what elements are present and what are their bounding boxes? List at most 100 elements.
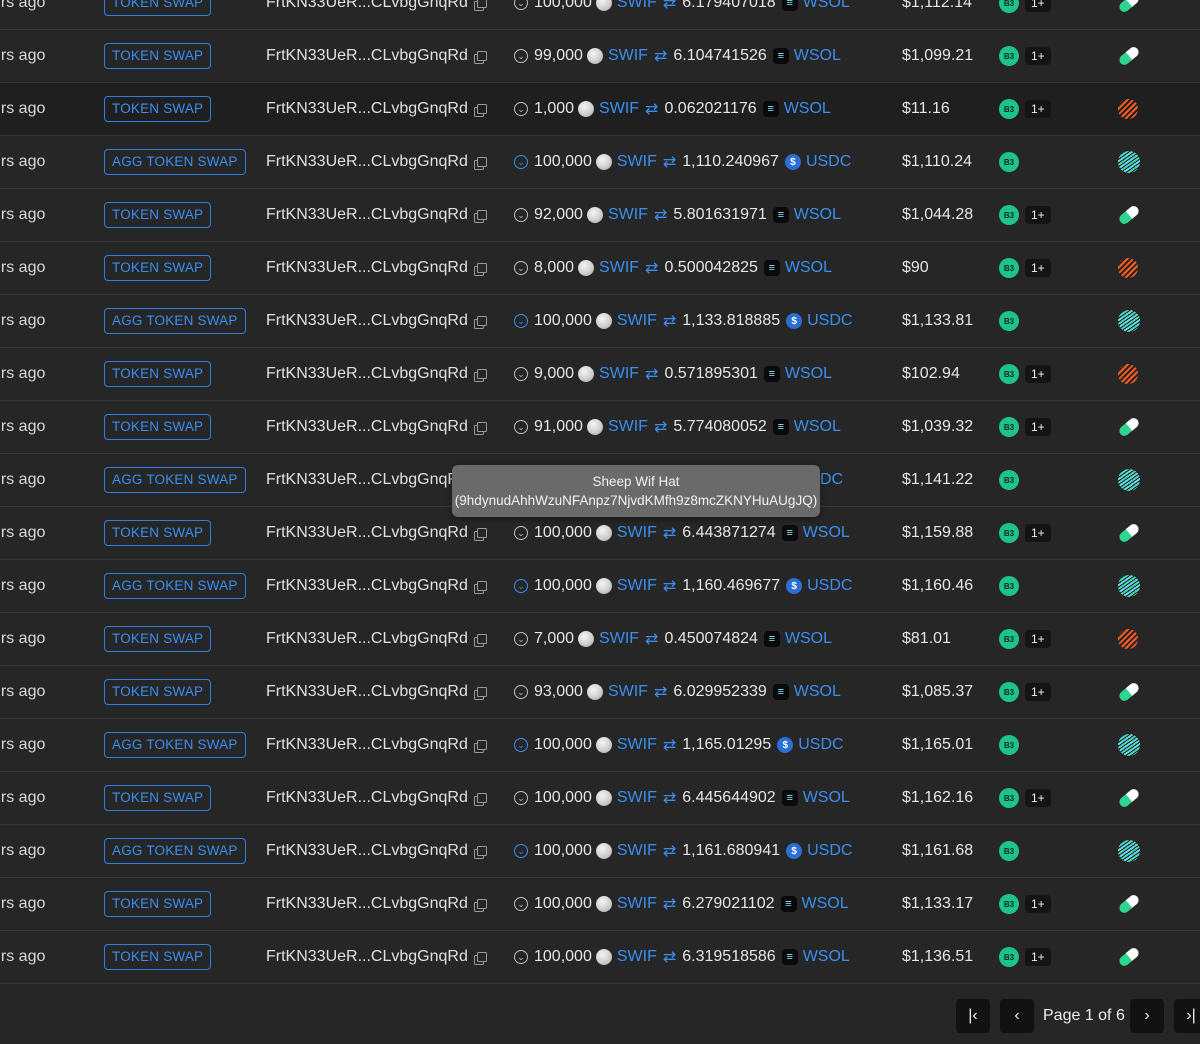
copy-icon[interactable] — [473, 792, 487, 806]
more-tags-badge[interactable]: 1+ — [1025, 418, 1051, 436]
token-out-link[interactable]: WSOL — [802, 895, 849, 913]
last-page-button[interactable]: ›| — [1174, 999, 1200, 1033]
table-row[interactable]: hrs ago TOKEN SWAP FrtKN33UeR...CLvbgGnqRd… — [0, 30, 1200, 83]
token-in-link[interactable]: SWIF — [599, 100, 639, 118]
b3-badge-icon[interactable]: B3 — [999, 947, 1019, 967]
program-pill-icon[interactable] — [1117, 0, 1141, 14]
activity-type-badge[interactable]: AGG TOKEN SWAP — [104, 467, 246, 493]
signer-address-link[interactable]: FrtKN33UeR...CLvbgGnqRd — [266, 789, 468, 807]
b3-badge-icon[interactable]: B3 — [999, 735, 1019, 755]
program-ring-icon[interactable] — [1118, 151, 1140, 173]
signer-address-link[interactable]: FrtKN33UeR...CLvbgGnqRd — [266, 630, 468, 648]
activity-type-badge[interactable]: TOKEN SWAP — [104, 0, 212, 16]
program-ring-icon[interactable] — [1118, 310, 1140, 332]
copy-icon[interactable] — [473, 686, 487, 700]
token-out-link[interactable]: WSOL — [794, 47, 841, 65]
activity-type-badge[interactable]: TOKEN SWAP — [104, 626, 212, 652]
token-in-link[interactable]: SWIF — [617, 948, 657, 966]
table-row[interactable]: hrs ago AGG TOKEN SWAP FrtKN33UeR...CLvbgG… — [0, 719, 1200, 772]
copy-icon[interactable] — [473, 898, 487, 912]
b3-badge-icon[interactable]: B3 — [999, 205, 1019, 225]
signer-address-link[interactable]: FrtKN33UeR...CLvbgGnqRd — [266, 577, 468, 595]
b3-badge-icon[interactable]: B3 — [999, 894, 1019, 914]
table-row[interactable]: hrs ago AGG TOKEN SWAP FrtKN33UeR...CLvbgG… — [0, 295, 1200, 348]
token-out-link[interactable]: WSOL — [803, 524, 850, 542]
prev-page-button[interactable]: ‹ — [1000, 999, 1034, 1033]
b3-badge-icon[interactable]: B3 — [999, 152, 1019, 172]
table-row[interactable]: hrs ago TOKEN SWAP FrtKN33UeR...CLvbgGnqRd… — [0, 348, 1200, 401]
table-row[interactable]: hrs ago TOKEN SWAP FrtKN33UeR...CLvbgGnqRd… — [0, 931, 1200, 984]
table-row[interactable]: hrs ago AGG TOKEN SWAP FrtKN33UeR...CLvbgG… — [0, 560, 1200, 613]
signer-address-link[interactable]: FrtKN33UeR...CLvbgGnqRd — [266, 418, 468, 436]
more-tags-badge[interactable]: 1+ — [1025, 683, 1051, 701]
activity-type-badge[interactable]: TOKEN SWAP — [104, 43, 212, 69]
b3-badge-icon[interactable]: B3 — [999, 0, 1019, 13]
signer-address-link[interactable]: FrtKN33UeR...CLvbgGnqRd — [266, 259, 468, 277]
b3-badge-icon[interactable]: B3 — [999, 311, 1019, 331]
token-in-link[interactable]: SWIF — [617, 842, 657, 860]
b3-badge-icon[interactable]: B3 — [999, 258, 1019, 278]
b3-badge-icon[interactable]: B3 — [999, 523, 1019, 543]
copy-icon[interactable] — [473, 580, 487, 594]
more-tags-badge[interactable]: 1+ — [1025, 100, 1051, 118]
more-tags-badge[interactable]: 1+ — [1025, 789, 1051, 807]
more-tags-badge[interactable]: 1+ — [1025, 948, 1051, 966]
signer-address-link[interactable]: FrtKN33UeR...CLvbgGnqRd — [266, 471, 468, 489]
copy-icon[interactable] — [473, 262, 487, 276]
more-tags-badge[interactable]: 1+ — [1025, 47, 1051, 65]
copy-icon[interactable] — [473, 739, 487, 753]
b3-badge-icon[interactable]: B3 — [999, 841, 1019, 861]
program-ring-icon[interactable] — [1118, 840, 1140, 862]
token-out-link[interactable]: WSOL — [785, 259, 832, 277]
token-out-link[interactable]: USDC — [807, 842, 852, 860]
program-pill-icon[interactable] — [1117, 946, 1141, 968]
signer-address-link[interactable]: FrtKN33UeR...CLvbgGnqRd — [266, 683, 468, 701]
copy-icon[interactable] — [473, 315, 487, 329]
token-out-link[interactable]: WSOL — [803, 0, 850, 12]
program-pill-icon[interactable] — [1117, 416, 1141, 438]
program-pill-icon[interactable] — [1117, 45, 1141, 67]
copy-icon[interactable] — [473, 845, 487, 859]
table-row[interactable]: hrs ago AGG TOKEN SWAP FrtKN33UeR...CLvbgG… — [0, 136, 1200, 189]
token-in-link[interactable]: SWIF — [599, 365, 639, 383]
signer-address-link[interactable]: FrtKN33UeR...CLvbgGnqRd — [266, 312, 468, 330]
signer-address-link[interactable]: FrtKN33UeR...CLvbgGnqRd — [266, 524, 468, 542]
table-row[interactable]: hrs ago TOKEN SWAP FrtKN33UeR...CLvbgGnqRd… — [0, 772, 1200, 825]
activity-type-badge[interactable]: TOKEN SWAP — [104, 891, 212, 917]
activity-type-badge[interactable]: TOKEN SWAP — [104, 202, 212, 228]
more-tags-badge[interactable]: 1+ — [1025, 630, 1051, 648]
program-orange-icon[interactable] — [1118, 99, 1138, 119]
copy-icon[interactable] — [473, 527, 487, 541]
copy-icon[interactable] — [473, 156, 487, 170]
b3-badge-icon[interactable]: B3 — [999, 576, 1019, 596]
b3-badge-icon[interactable]: B3 — [999, 46, 1019, 66]
token-out-link[interactable]: USDC — [807, 577, 852, 595]
more-tags-badge[interactable]: 1+ — [1025, 206, 1051, 224]
program-orange-icon[interactable] — [1118, 364, 1138, 384]
token-in-link[interactable]: SWIF — [617, 312, 657, 330]
signer-address-link[interactable]: FrtKN33UeR...CLvbgGnqRd — [266, 948, 468, 966]
signer-address-link[interactable]: FrtKN33UeR...CLvbgGnqRd — [266, 842, 468, 860]
token-out-link[interactable]: WSOL — [803, 948, 850, 966]
token-in-link[interactable]: SWIF — [617, 0, 657, 12]
more-tags-badge[interactable]: 1+ — [1025, 0, 1051, 12]
more-tags-badge[interactable]: 1+ — [1025, 524, 1051, 542]
program-pill-icon[interactable] — [1117, 893, 1141, 915]
signer-address-link[interactable]: FrtKN33UeR...CLvbgGnqRd — [266, 736, 468, 754]
token-in-link[interactable]: SWIF — [617, 524, 657, 542]
activity-type-badge[interactable]: TOKEN SWAP — [104, 679, 212, 705]
token-in-link[interactable]: SWIF — [608, 206, 648, 224]
token-in-link[interactable]: SWIF — [617, 895, 657, 913]
signer-address-link[interactable]: FrtKN33UeR...CLvbgGnqRd — [266, 206, 468, 224]
activity-type-badge[interactable]: AGG TOKEN SWAP — [104, 149, 246, 175]
token-in-link[interactable]: SWIF — [617, 736, 657, 754]
copy-icon[interactable] — [473, 633, 487, 647]
b3-badge-icon[interactable]: B3 — [999, 470, 1019, 490]
token-in-link[interactable]: SWIF — [617, 789, 657, 807]
token-in-link[interactable]: SWIF — [599, 630, 639, 648]
table-row[interactable]: hrs ago TOKEN SWAP FrtKN33UeR...CLvbgGnqRd… — [0, 83, 1200, 136]
b3-badge-icon[interactable]: B3 — [999, 629, 1019, 649]
signer-address-link[interactable]: FrtKN33UeR...CLvbgGnqRd — [266, 100, 468, 118]
b3-badge-icon[interactable]: B3 — [999, 788, 1019, 808]
more-tags-badge[interactable]: 1+ — [1025, 895, 1051, 913]
